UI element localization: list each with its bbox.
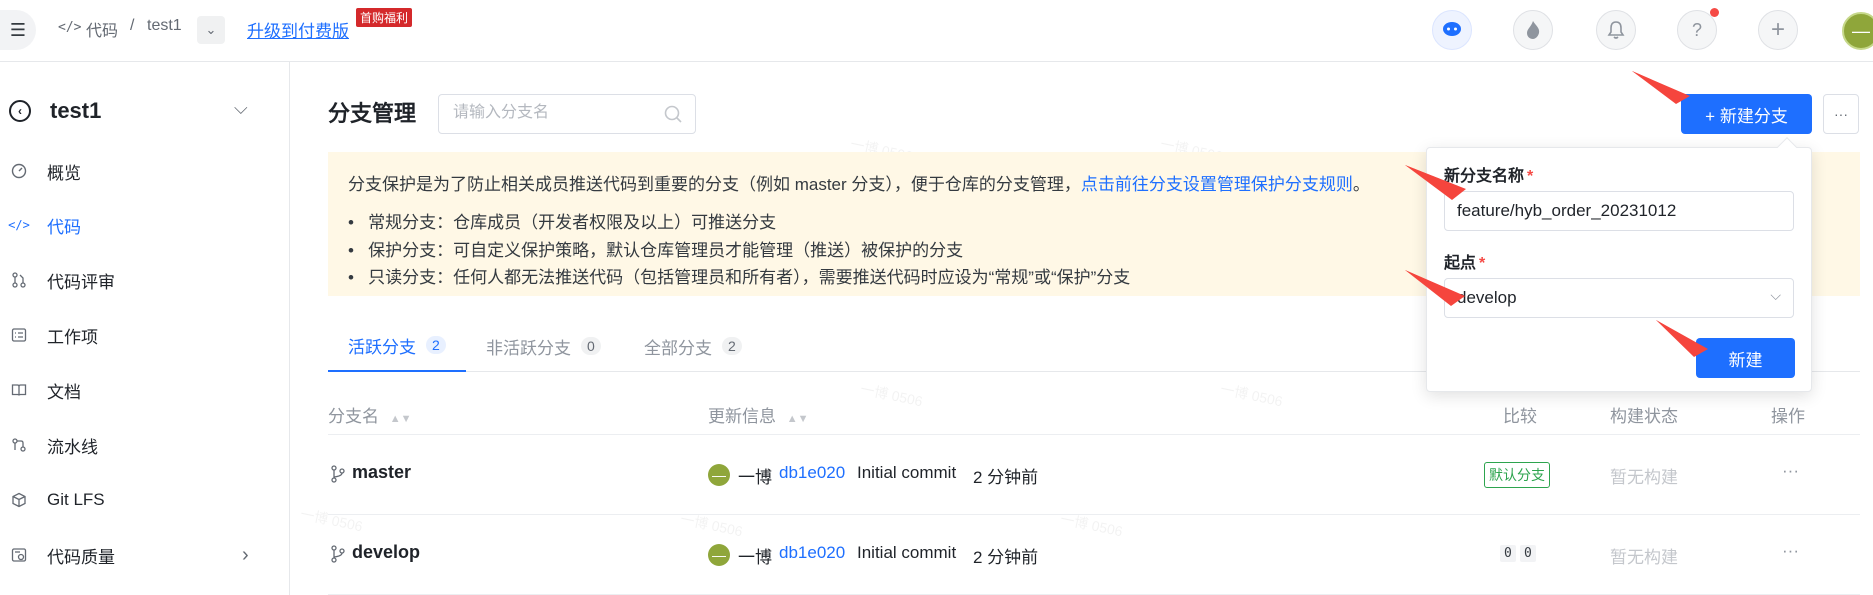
- annotation-arrow: [1405, 165, 1458, 195]
- annotation-arrow: [1405, 270, 1457, 301]
- annotation-arrows: [1405, 71, 1708, 357]
- annotation-arrow: [1632, 71, 1682, 101]
- annotation-arrow: [1656, 320, 1700, 353]
